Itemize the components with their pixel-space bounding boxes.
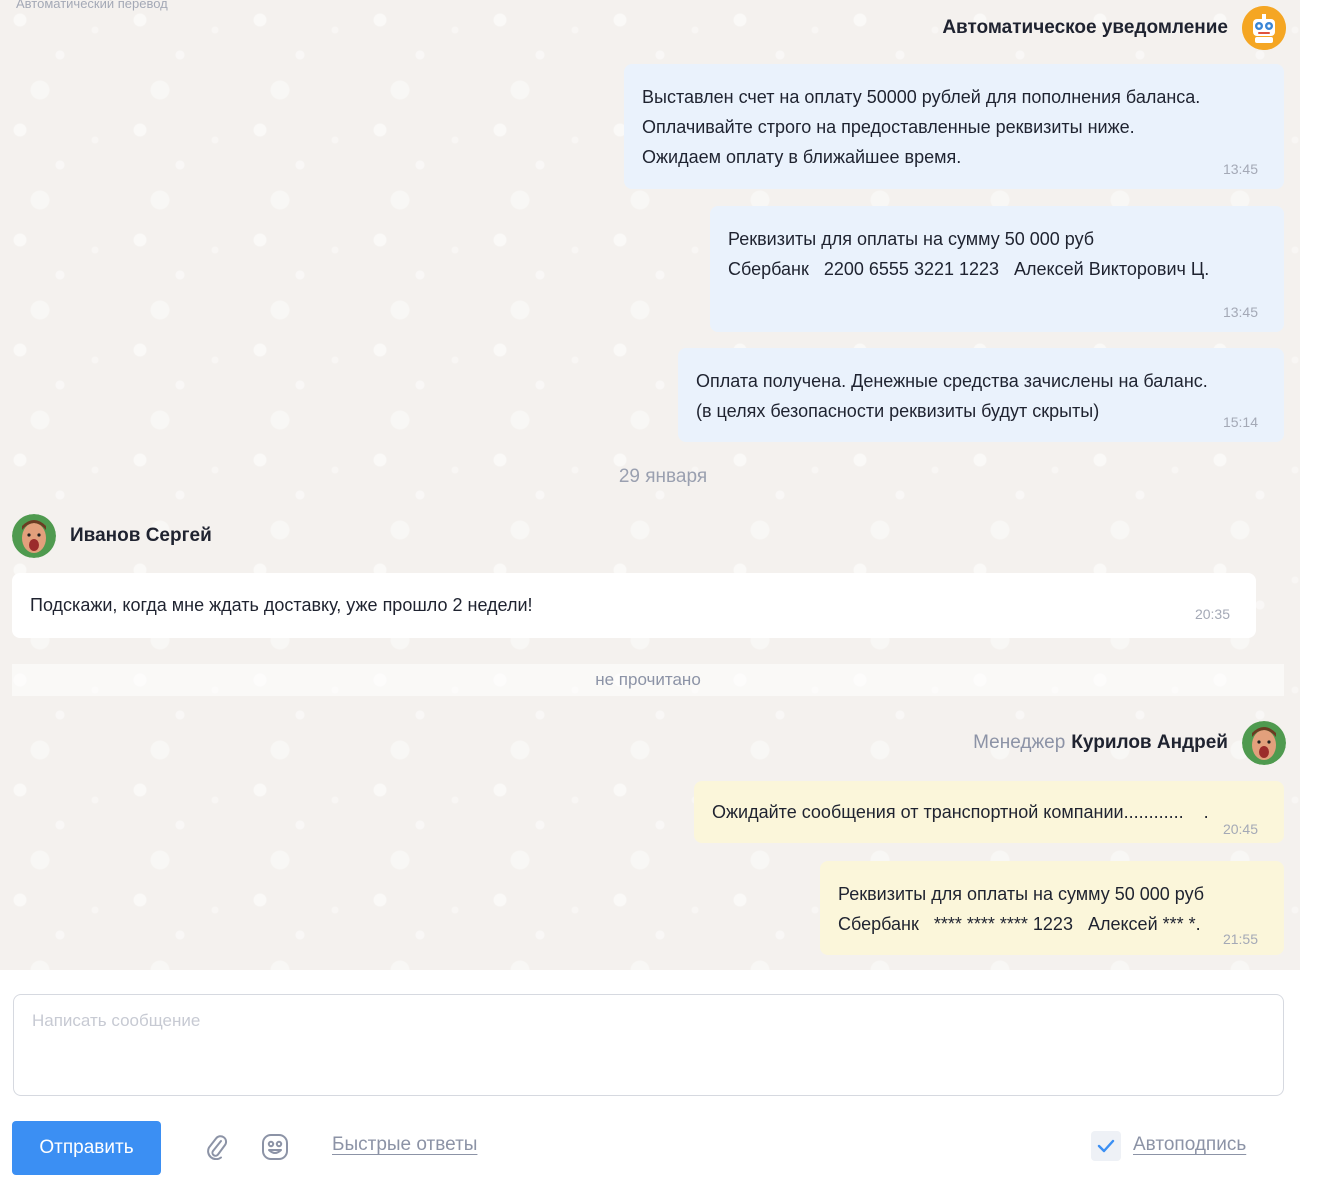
- auto-message-payment-received: Оплата получена. Денежные средства зачис…: [678, 348, 1284, 442]
- chat-area[interactable]: Автоматический перевод Автоматическое ув…: [0, 0, 1300, 970]
- message-time: 20:35: [1194, 606, 1230, 622]
- manager-avatar: [1242, 721, 1286, 765]
- manager-name: Курилов Андрей: [1071, 732, 1228, 753]
- client-message: Подскажи, когда мне ждать доставку, уже …: [12, 573, 1256, 638]
- date-separator: 29 января: [618, 466, 708, 487]
- message-line: Оплата получена. Денежные средства зачис…: [696, 371, 1208, 391]
- manager-header: Менеджер Курилов Андрей: [973, 721, 1286, 765]
- message-time: 20:45: [1222, 821, 1258, 837]
- message-line: Реквизиты для оплаты на сумму 50 000 руб: [838, 884, 1205, 904]
- manager-message-requisites: Реквизиты для оплаты на сумму 50 000 руб…: [820, 861, 1284, 955]
- attach-icon[interactable]: [202, 1132, 232, 1162]
- client-avatar: [12, 514, 56, 558]
- message-line: Выставлен счет на оплату 50000 рублей дл…: [642, 87, 1201, 107]
- message-line: Оплачивайте строго на предоставленные ре…: [642, 117, 1135, 137]
- message-line: Сбербанк **** **** **** 1223 Алексей ***…: [838, 914, 1201, 934]
- manager-message-transport: Ожидайте сообщения от транспортной компа…: [694, 781, 1284, 843]
- auto-message-invoice: Выставлен счет на оплату 50000 рублей дл…: [624, 64, 1284, 189]
- auto-message-requisites: Реквизиты для оплаты на сумму 50 000 руб…: [710, 206, 1284, 332]
- message-time: 15:14: [1222, 414, 1258, 430]
- send-button[interactable]: Отправить: [12, 1121, 161, 1175]
- autosign-checkbox[interactable]: [1091, 1131, 1121, 1161]
- check-icon: [1097, 1139, 1115, 1153]
- autosign-link[interactable]: Автоподпись: [1133, 1134, 1246, 1156]
- manager-role: Менеджер: [973, 732, 1066, 753]
- quick-replies-link[interactable]: Быстрые ответы: [332, 1134, 477, 1156]
- auto-sender-name: Автоматическое уведомление: [942, 17, 1228, 38]
- message-time: 13:45: [1222, 161, 1258, 177]
- auto-translate-label: Автоматический перевод: [16, 0, 168, 11]
- client-name: Иванов Сергей: [70, 525, 212, 546]
- message-line: Подскажи, когда мне ждать доставку, уже …: [30, 595, 533, 615]
- message-line: (в целях безопасности реквизиты будут ск…: [696, 401, 1100, 421]
- emoji-icon[interactable]: [260, 1132, 290, 1162]
- message-time: 21:55: [1222, 931, 1258, 947]
- unread-divider: не прочитано: [12, 664, 1284, 696]
- message-time: 13:45: [1222, 304, 1258, 320]
- robot-avatar-icon: [1242, 6, 1286, 50]
- client-header: Иванов Сергей: [12, 514, 212, 558]
- message-line: Сбербанк 2200 6555 3221 1223 Алексей Вик…: [728, 259, 1210, 279]
- message-input[interactable]: [13, 994, 1284, 1096]
- message-line: Реквизиты для оплаты на сумму 50 000 руб: [728, 229, 1095, 249]
- auto-sender-header: Автоматическое уведомление: [942, 6, 1286, 50]
- message-line: Ожидайте сообщения от транспортной компа…: [712, 802, 1209, 822]
- message-line: Ожидаем оплату в ближайшее время.: [642, 147, 962, 167]
